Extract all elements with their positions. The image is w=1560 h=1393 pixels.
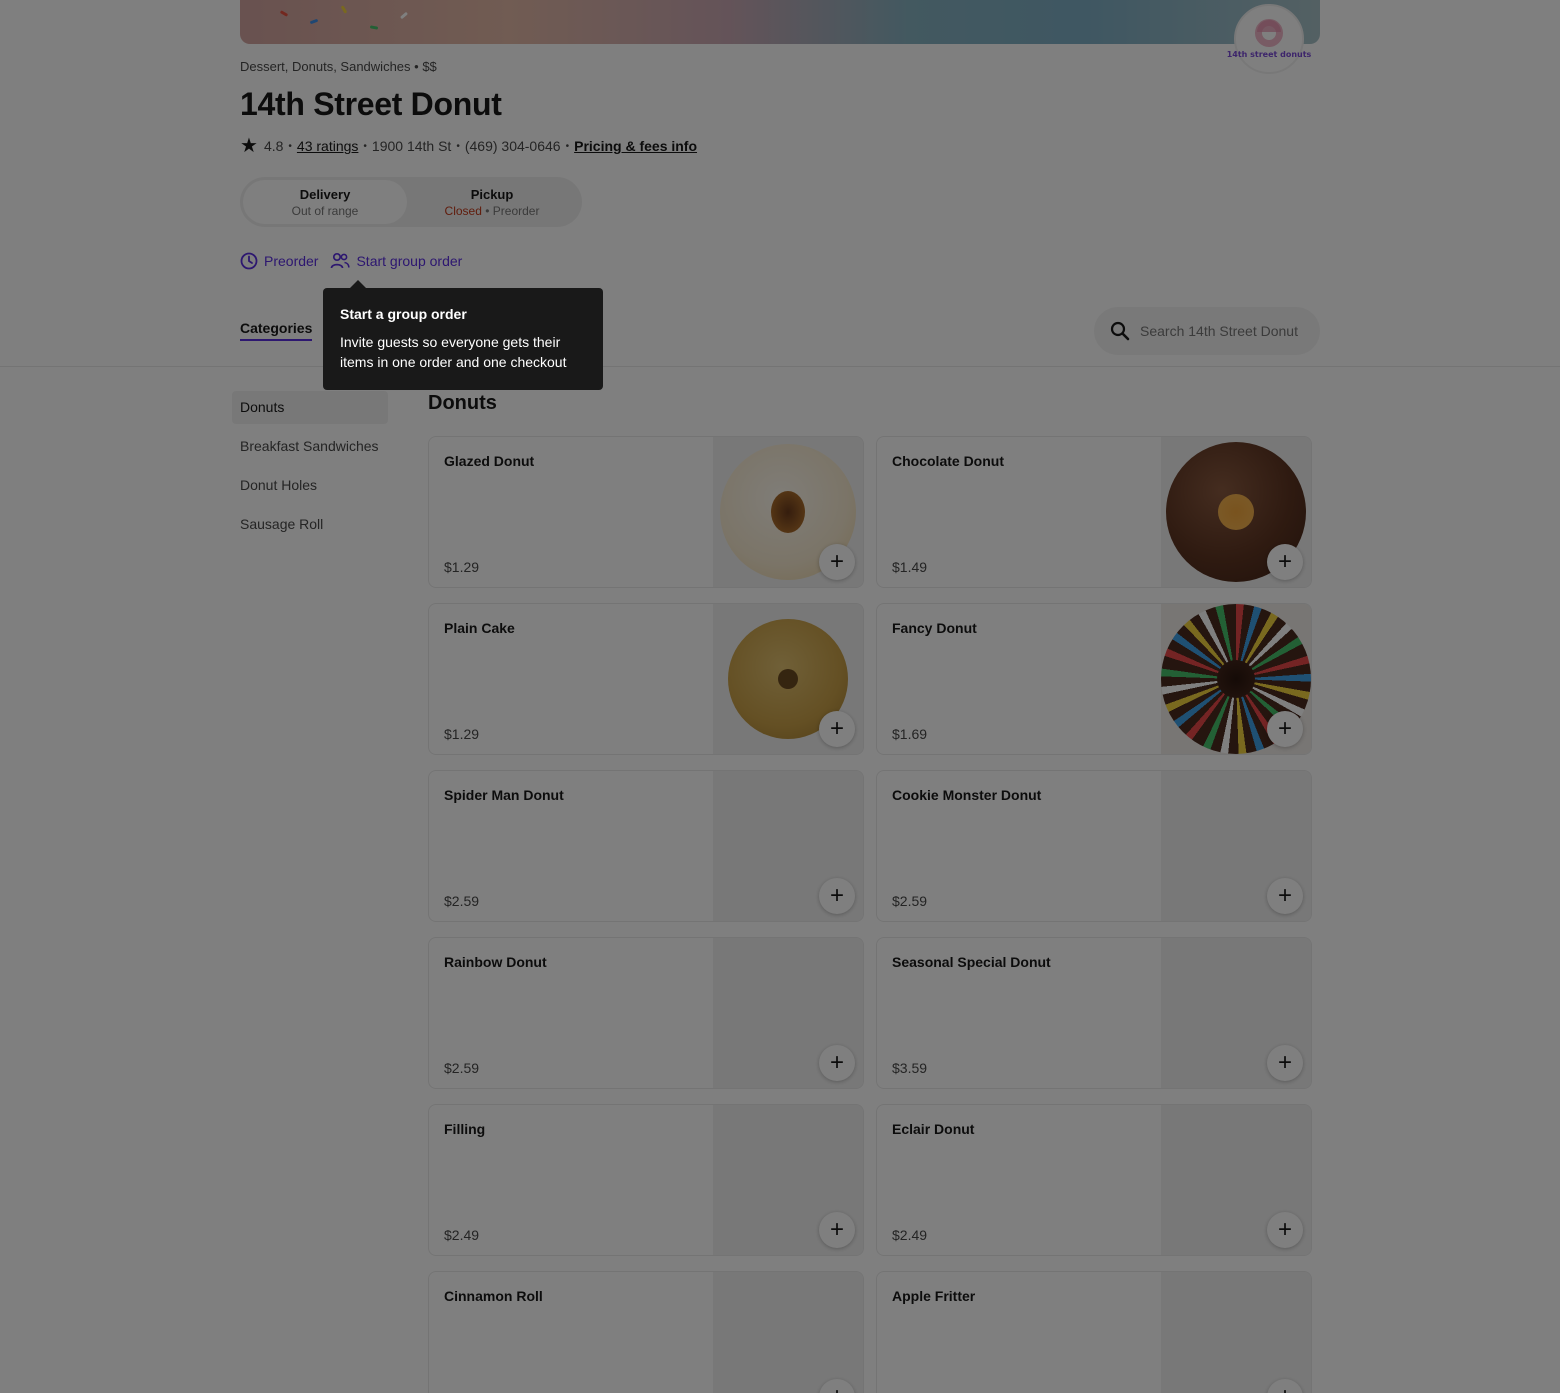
modal-backdrop[interactable] — [0, 0, 1560, 1393]
store-page: 14th street donuts Dessert, Donuts, Sand… — [0, 0, 1560, 1393]
tooltip-body: Invite guests so everyone gets their ite… — [340, 334, 567, 370]
tooltip-title: Start a group order — [340, 306, 467, 322]
group-order-tooltip: Start a group order Invite guests so eve… — [323, 280, 603, 390]
